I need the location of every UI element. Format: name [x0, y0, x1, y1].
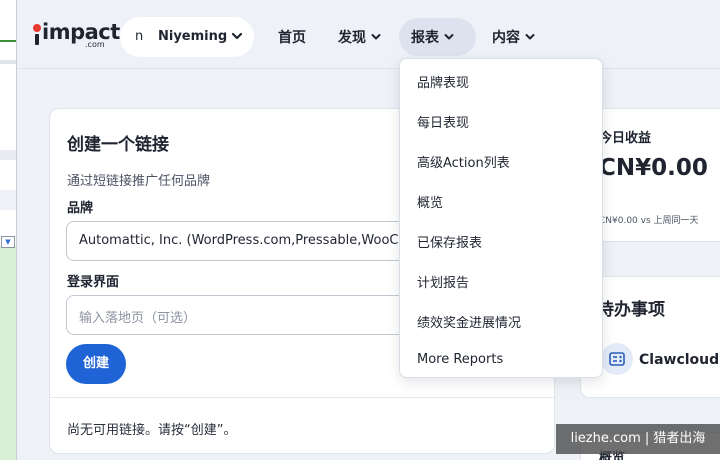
todo-item[interactable]: Clawcloud 3 [639, 352, 720, 368]
menu-item-scheduled-reports[interactable]: 计划报告 [417, 272, 469, 291]
strip-dropdown-arrow-icon: ▼ [1, 236, 15, 248]
strip-green-area [0, 246, 16, 460]
nav-content-label: 内容 [492, 30, 520, 46]
logo-word: impact [42, 20, 120, 44]
watermark: liezhe.com | 猎者出海 [556, 424, 720, 454]
account-switcher[interactable]: n Niyeming [120, 17, 254, 57]
create-link-title: 创建一个链接 [67, 135, 169, 155]
create-button[interactable]: 创建 [66, 344, 126, 384]
chevron-down-icon [371, 34, 381, 40]
checklist-icon [601, 343, 633, 375]
logo-suffix: .com [85, 40, 105, 49]
nav-discover-label: 发现 [338, 30, 366, 46]
nav-discover[interactable]: 发现 [326, 18, 394, 56]
empty-links-message: 尚无可用链接。请按“创建”。 [67, 423, 237, 438]
nav-content[interactable]: 内容 [480, 18, 548, 56]
reports-dropdown-menu: 品牌表现 每日表现 高级Action列表 概览 已保存报表 计划报告 绩效奖金进… [399, 58, 603, 378]
brand-label: 品牌 [67, 201, 94, 216]
earnings-title: 今日收益 [599, 131, 652, 146]
impact-logo[interactable]: impact .com [33, 20, 120, 50]
account-name: Niyeming [158, 29, 228, 44]
menu-item-daily-performance[interactable]: 每日表现 [417, 112, 469, 131]
nav-home-label: 首页 [278, 30, 306, 46]
menu-item-brand-performance[interactable]: 品牌表现 [417, 72, 469, 91]
chevron-down-icon [444, 34, 454, 40]
chevron-down-icon [231, 32, 243, 40]
menu-item-saved-reports[interactable]: 已保存报表 [417, 232, 482, 251]
strip-line [0, 40, 16, 42]
card-divider [50, 397, 556, 398]
background-window-strip: ▼ [0, 0, 17, 460]
landing-page-label: 登录界面 [67, 275, 120, 290]
strip-line [0, 150, 16, 160]
logo-i-stem [35, 34, 39, 45]
earnings-value: CN¥0.00 [599, 155, 708, 181]
top-header: impact .com n Niyeming 首页 发现 报表 内容 [17, 0, 720, 69]
menu-item-advanced-action-list[interactable]: 高级Action列表 [417, 152, 510, 171]
strip-line [0, 190, 16, 210]
todo-title: 待办事项 [597, 300, 665, 320]
nav-home[interactable]: 首页 [266, 18, 318, 56]
menu-item-more-reports[interactable]: More Reports [417, 352, 503, 367]
strip-line [0, 60, 16, 64]
earnings-comparison: CN¥0.00 vs 上周同一天 [599, 216, 699, 226]
menu-item-bonus-progress[interactable]: 绩效奖金进展情况 [417, 312, 521, 331]
chevron-down-icon [525, 34, 535, 40]
create-link-subtitle: 通过短链接推广任何品牌 [67, 174, 211, 189]
nav-reports-label: 报表 [411, 30, 439, 46]
account-initial: n [135, 29, 144, 44]
nav-reports[interactable]: 报表 [399, 18, 476, 56]
logo-dot [33, 24, 41, 32]
menu-item-overview[interactable]: 概览 [417, 192, 443, 211]
